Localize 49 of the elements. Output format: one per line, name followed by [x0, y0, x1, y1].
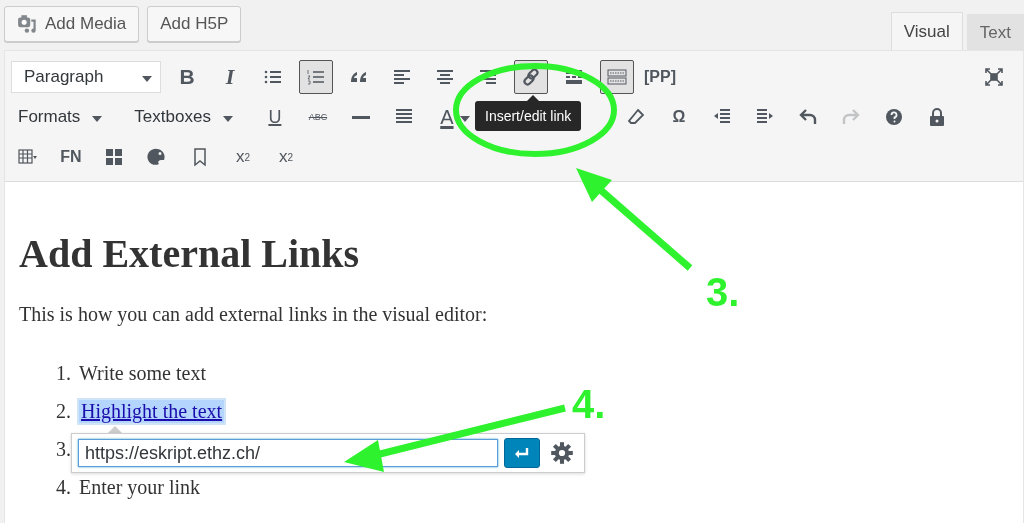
- settings-icon[interactable]: [550, 441, 574, 465]
- fullscreen-icon: [984, 67, 1004, 87]
- toolbar-button[interactable]: [600, 60, 634, 94]
- paragraph: This is how you can add external links in the visual editor:: [19, 303, 489, 326]
- dropdown-menu[interactable]: Textboxes: [127, 101, 240, 133]
- camera-music-icon: [17, 13, 39, 35]
- alignright-icon: [478, 67, 498, 87]
- toolbar-button[interactable]: ABC: [300, 100, 335, 134]
- link[interactable]: Highlight the text: [79, 400, 225, 423]
- aligncenter-icon: [435, 67, 455, 87]
- list-number: 4.: [55, 476, 71, 499]
- editor-tab[interactable]: Visual: [890, 12, 963, 50]
- list-item-text: Enter your link: [79, 476, 201, 499]
- link-icon: [521, 67, 541, 87]
- undo-icon: [797, 107, 818, 127]
- help-icon: [883, 107, 904, 127]
- toolbar-button[interactable]: Ω: [661, 100, 696, 134]
- blocks-icon: [104, 147, 124, 167]
- format-select[interactable]: Paragraph: [11, 61, 161, 93]
- tooltip-pointer: [527, 95, 539, 101]
- list-number: 1.: [55, 362, 71, 385]
- apply-button[interactable]: [504, 438, 540, 468]
- dropdown-menu[interactable]: Formats: [11, 101, 110, 133]
- list-number: 2.: [55, 400, 71, 423]
- more-icon: [564, 67, 584, 87]
- list-item-text: Write some text: [79, 362, 206, 385]
- tooltip: Insert/edit link: [475, 101, 582, 131]
- url-field[interactable]: https://eskript.ethz.ch/: [78, 439, 498, 467]
- palette-icon: [147, 147, 167, 167]
- toolbar-button[interactable]: B: [170, 60, 204, 94]
- alignleft-icon: [392, 67, 412, 87]
- media-button[interactable]: Add Media: [4, 6, 140, 42]
- media-button[interactable]: Add H5P: [147, 6, 242, 42]
- numbered-icon: [306, 67, 326, 87]
- horizontal-line-icon: [351, 115, 370, 119]
- annotation-label: 4.: [572, 382, 606, 427]
- eraser-icon: [625, 107, 646, 127]
- toolbar-button[interactable]: [PP]: [643, 60, 677, 94]
- heading: Add External Links: [19, 230, 361, 277]
- editor-tab[interactable]: Text: [966, 14, 1024, 50]
- toolbar-button[interactable]: U: [257, 100, 292, 134]
- toolbar-button[interactable]: I: [213, 60, 247, 94]
- toolbar-button[interactable]: [299, 60, 333, 94]
- list-number: 3.: [55, 438, 71, 461]
- toolbar-button[interactable]: FN: [54, 140, 88, 174]
- table-icon: [18, 147, 38, 167]
- redo-icon: [840, 107, 861, 127]
- keyboard-icon: [607, 67, 627, 87]
- annotation-label: 3.: [706, 270, 740, 315]
